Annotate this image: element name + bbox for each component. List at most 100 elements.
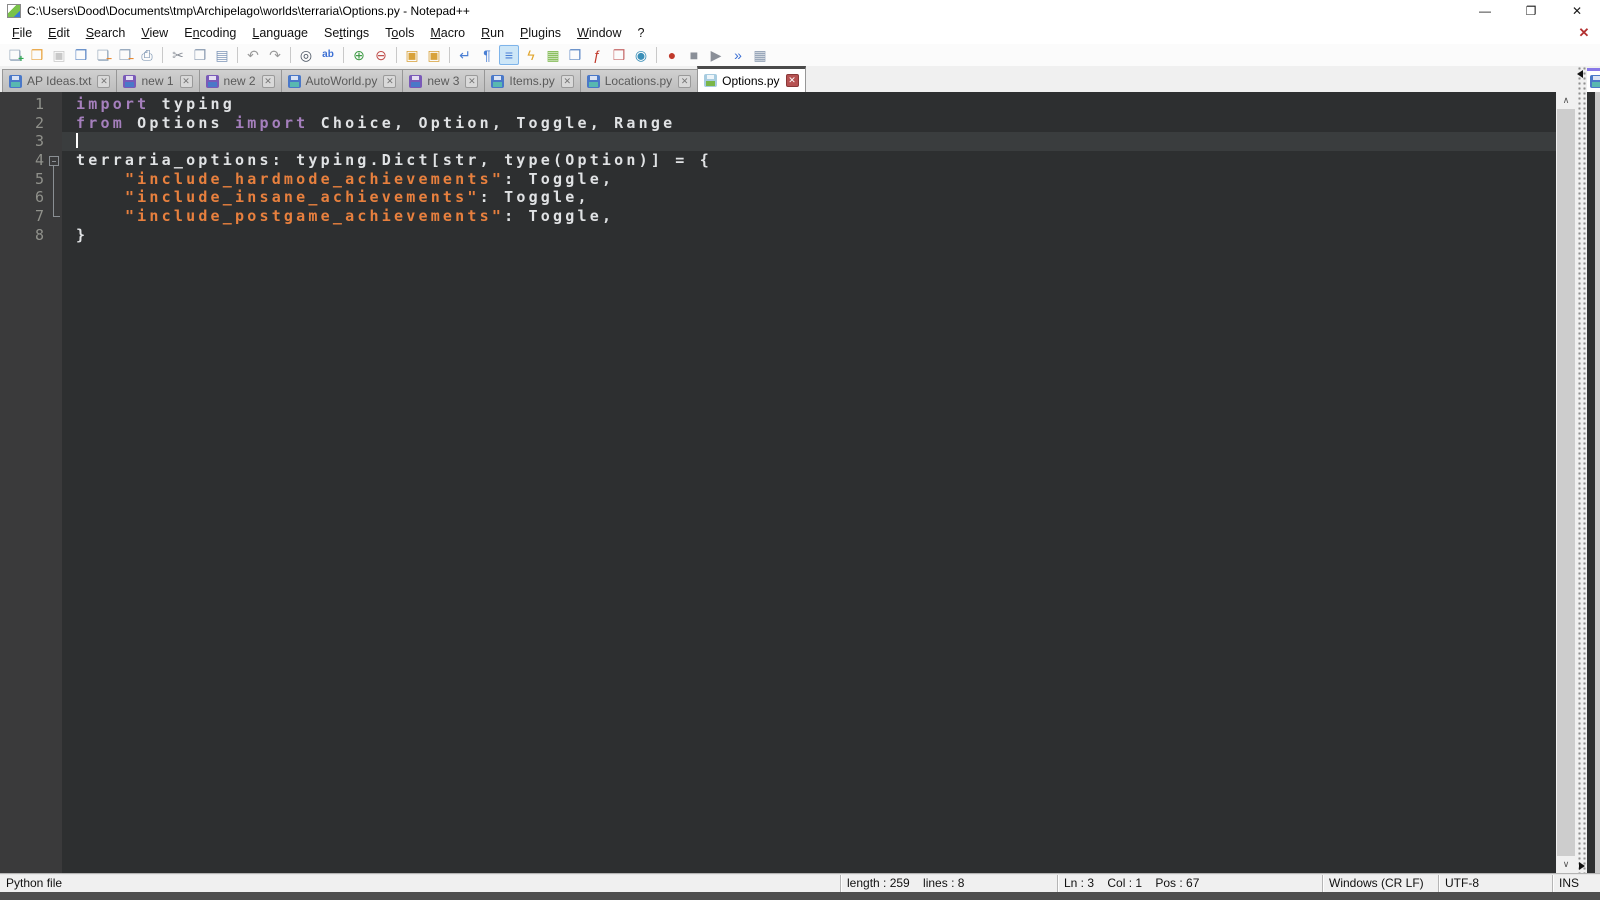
- macro-play-button[interactable]: ▶: [706, 45, 726, 65]
- code-line-text[interactable]: "include_insane_achievements": Toggle,: [62, 188, 1556, 207]
- scrollbar-thumb[interactable]: [1557, 109, 1575, 856]
- menu-item-language[interactable]: Language: [244, 23, 316, 43]
- menu-item-macro[interactable]: Macro: [422, 23, 473, 43]
- tab-locations-py[interactable]: Locations.py ✕: [579, 69, 699, 92]
- menu-item-plugins[interactable]: Plugins: [512, 23, 569, 43]
- code-line[interactable]: 2 from Options import Choice, Option, Tog…: [0, 114, 1556, 133]
- show-all-characters-icon: ¶: [483, 47, 491, 63]
- restore-button[interactable]: ❐: [1508, 0, 1554, 22]
- new-file-button[interactable]: ❏ +: [5, 45, 25, 65]
- replace-button[interactable]: ab: [318, 45, 338, 65]
- tab-close-icon[interactable]: ✕: [179, 74, 193, 88]
- code-line-text[interactable]: from Options import Choice, Option, Togg…: [62, 114, 1556, 133]
- show-all-characters-button[interactable]: ¶: [477, 45, 497, 65]
- indent-guide-button[interactable]: ≡: [499, 45, 519, 65]
- code-line[interactable]: 1 import typing: [0, 95, 1556, 114]
- code-line[interactable]: 6 "include_insane_achievements": Toggle,: [0, 188, 1556, 207]
- find-button[interactable]: ◎: [296, 45, 316, 65]
- paste-icon: ▤: [215, 47, 229, 63]
- code-editor[interactable]: 1 import typing 2 from Options import Choic…: [0, 92, 1556, 873]
- tab-autoworld-py[interactable]: AutoWorld.py ✕: [280, 69, 404, 92]
- sync-horizontal-scroll-button[interactable]: ▣: [424, 45, 444, 65]
- secondary-view-editor-fragment[interactable]: [1587, 92, 1595, 873]
- code-line[interactable]: 3: [0, 132, 1556, 152]
- toolbar-separator: [449, 47, 450, 63]
- open-button[interactable]: ❒: [27, 45, 47, 65]
- tab-close-icon[interactable]: ✕: [678, 74, 692, 88]
- menu-item-tools[interactable]: Tools: [377, 23, 422, 43]
- tab-new-1[interactable]: new 1 ✕: [116, 69, 200, 92]
- macro-stop-button[interactable]: ■: [684, 45, 704, 65]
- tab-close-icon[interactable]: ✕: [560, 74, 574, 88]
- sync-vertical-scroll-button[interactable]: ▣: [402, 45, 422, 65]
- macro-record-button[interactable]: ●: [662, 45, 682, 65]
- tab-close-icon[interactable]: ✕: [785, 74, 799, 87]
- macro-play-icon: ▶: [710, 47, 722, 63]
- save-button[interactable]: ▣: [49, 45, 69, 65]
- menu-item-window[interactable]: Window: [569, 23, 629, 43]
- code-line[interactable]: 4 terraria_options: typing.Dict[str, type…: [0, 151, 1556, 170]
- tab-items-py[interactable]: Items.py ✕: [484, 69, 581, 92]
- tab-options-py[interactable]: Options.py ✕: [697, 66, 806, 92]
- function-list-button[interactable]: ƒ: [587, 45, 607, 65]
- splitter-collapse-left-icon[interactable]: [1577, 70, 1583, 78]
- tab-ap-ideas-txt[interactable]: AP Ideas.txt ✕: [2, 69, 118, 92]
- tab-new-2[interactable]: new 2 ✕: [198, 69, 282, 92]
- menu-item-search[interactable]: Search: [78, 23, 134, 43]
- close-all-button[interactable]: ❒ −: [115, 45, 135, 65]
- redo-icon: ↷: [269, 47, 281, 63]
- macro-run-multiple-button[interactable]: »: [728, 45, 748, 65]
- zoom-out-button[interactable]: ⊖: [371, 45, 391, 65]
- zoom-in-button[interactable]: ⊕: [349, 45, 369, 65]
- minimize-button[interactable]: —: [1462, 0, 1508, 22]
- tab-new-3[interactable]: new 3 ✕: [402, 69, 486, 92]
- folder-as-workspace-button[interactable]: ❒: [609, 45, 629, 65]
- menu-item-edit[interactable]: Edit: [40, 23, 78, 43]
- save-all-button[interactable]: ❒: [71, 45, 91, 65]
- cut-button[interactable]: ✂: [168, 45, 188, 65]
- code-line-text[interactable]: [62, 132, 1556, 152]
- code-line-text[interactable]: "include_postgame_achievements": Toggle,: [62, 207, 1556, 226]
- code-line-text[interactable]: }: [62, 226, 1556, 245]
- tab-close-icon[interactable]: ✕: [465, 74, 479, 88]
- tab-close-icon[interactable]: ✕: [383, 74, 397, 88]
- code-line-text[interactable]: import typing: [62, 95, 1556, 114]
- line-number: 3: [34, 132, 44, 151]
- code-line-text[interactable]: terraria_options: typing.Dict[str, type(…: [62, 151, 1556, 170]
- tab-close-icon[interactable]: ✕: [261, 74, 275, 88]
- tab-close-icon[interactable]: ✕: [97, 74, 111, 88]
- print-button[interactable]: ⎙: [137, 45, 157, 65]
- secondary-view-scrollbar-fragment[interactable]: [1595, 92, 1600, 873]
- undo-button[interactable]: ↶: [243, 45, 263, 65]
- menu-item-file[interactable]: File: [4, 23, 40, 43]
- fold-collapse-icon[interactable]: [49, 156, 59, 167]
- code-line-text[interactable]: "include_hardmode_achievements": Toggle,: [62, 170, 1556, 189]
- view-splitter[interactable]: [1576, 66, 1587, 873]
- paste-button[interactable]: ▤: [212, 45, 232, 65]
- tab-label: AP Ideas.txt: [27, 74, 92, 88]
- document-map-button[interactable]: ▦: [543, 45, 563, 65]
- close-document-icon[interactable]: ✕: [1576, 25, 1592, 41]
- monitoring-button[interactable]: ◉: [631, 45, 651, 65]
- scroll-down-icon[interactable]: ∨: [1556, 856, 1576, 873]
- redo-button[interactable]: ↷: [265, 45, 285, 65]
- menu-item-settings[interactable]: Settings: [316, 23, 377, 43]
- doc-switcher-button[interactable]: ❐: [565, 45, 585, 65]
- secondary-view-tab-fragment[interactable]: [1587, 68, 1600, 92]
- menu-item-view[interactable]: View: [133, 23, 176, 43]
- menu-item-encoding[interactable]: Encoding: [176, 23, 244, 43]
- word-wrap-button[interactable]: ↵: [455, 45, 475, 65]
- code-line[interactable]: 5 "include_hardmode_achievements": Toggl…: [0, 170, 1556, 189]
- menu-item-[interactable]: ?: [630, 23, 653, 43]
- style-configurator-button[interactable]: ϟ: [521, 45, 541, 65]
- scroll-up-icon[interactable]: ∧: [1556, 92, 1576, 109]
- code-line[interactable]: 7 "include_postgame_achievements": Toggl…: [0, 207, 1556, 226]
- menu-item-run[interactable]: Run: [473, 23, 512, 43]
- macro-save-button[interactable]: ▦: [750, 45, 770, 65]
- copy-button[interactable]: ❐: [190, 45, 210, 65]
- close-button[interactable]: ❏ −: [93, 45, 113, 65]
- vertical-scrollbar[interactable]: ∧ ∨: [1556, 92, 1576, 873]
- close-button[interactable]: ✕: [1554, 0, 1600, 22]
- splitter-collapse-right-icon[interactable]: [1579, 862, 1585, 870]
- code-line[interactable]: 8}: [0, 226, 1556, 245]
